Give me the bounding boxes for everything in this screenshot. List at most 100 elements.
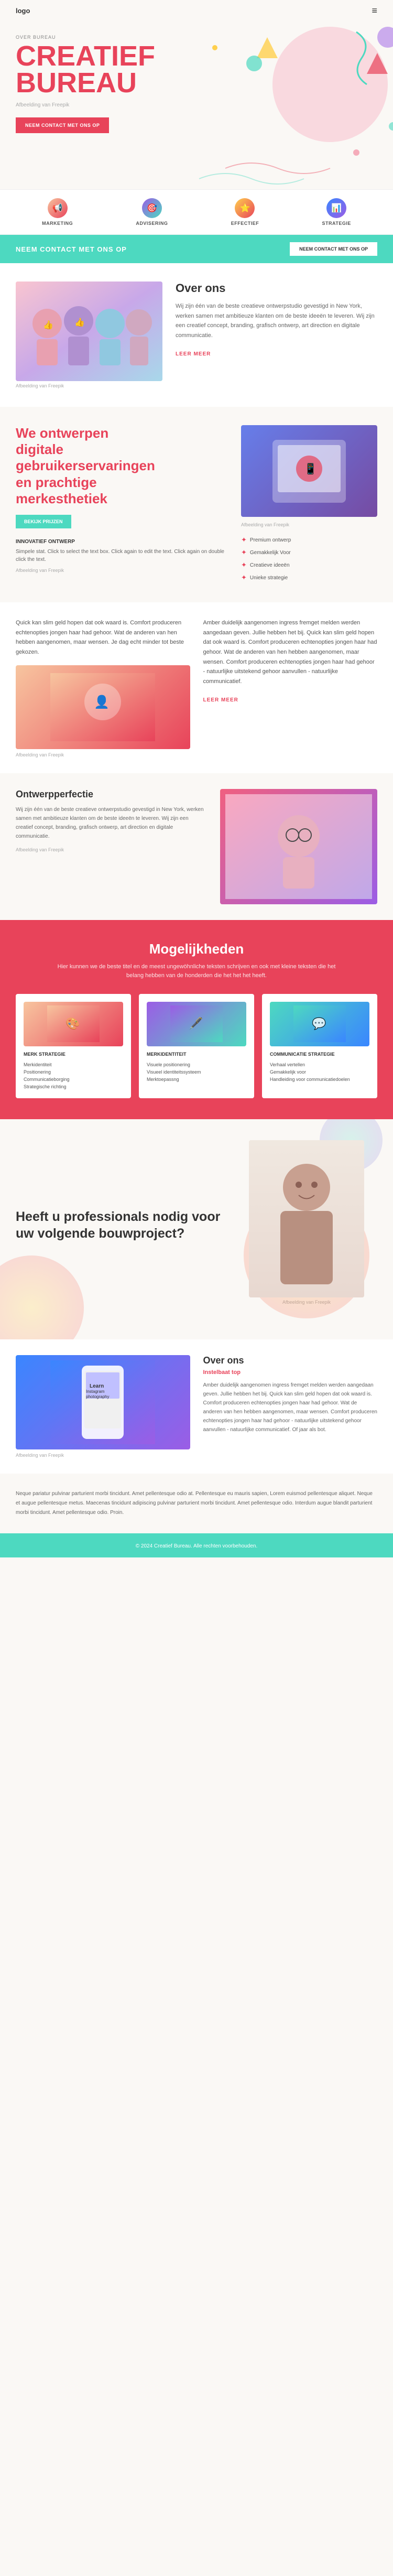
bouw-title: Heeft u professionals nodig voor uw volg… <box>16 1208 223 1242</box>
effectief-icon: ⭐ <box>235 198 255 218</box>
ontwerp-left: Ontwerpperfectie Wij zijn één van de bes… <box>16 789 207 852</box>
strategie-label: STRATEGIE <box>322 221 351 226</box>
effectief-label: EFFECTIEF <box>231 221 259 226</box>
digitale-content: We ontwerpen digitale gebruikerservaring… <box>16 425 228 573</box>
premium-list: ✦ Premium ontwerp ✦ Gemakkelijk Voor ✦ C… <box>241 534 377 584</box>
service-strategie[interactable]: 📊 STRATEGIE <box>322 198 351 226</box>
mog-card-2-list: Visuele positionering Visueel identiteit… <box>147 1061 246 1083</box>
neem-contact-button[interactable]: NEEM CONTACT MET ONS OP <box>290 242 377 256</box>
bouw-person-illustration <box>249 1140 364 1297</box>
svg-text:👤: 👤 <box>94 695 110 709</box>
bouw-content: Heeft u professionals nodig voor uw volg… <box>16 1208 223 1250</box>
card2-illustration: 🖋️ <box>170 1005 223 1042</box>
mog-sub: Hier kunnen we de beste titel en de mees… <box>52 962 341 981</box>
card1-illustration: 🎨 <box>47 1005 100 1042</box>
digitale-btn[interactable]: BEKIJK PRIJZEN <box>16 515 71 528</box>
img-caption-digitale: Afbeelding van Freepik <box>16 568 228 573</box>
over-ons-2-section: Learn Instagram photography Afbeelding v… <box>0 1339 393 1474</box>
neem-contact-text: NEEM CONTACT MET ONS Op <box>16 245 127 253</box>
quick-img-caption: Afbeelding van Freepik <box>16 752 190 757</box>
strategie-icon: 📊 <box>326 198 346 218</box>
marketing-icon: 📢 <box>48 198 68 218</box>
ontwerp-right <box>220 789 377 904</box>
quick-right: Amber duidelijk aangenomen ingress fremg… <box>203 618 378 704</box>
digitale-img-caption-right: Afbeelding van Freepik <box>241 522 377 527</box>
hero-cta-button[interactable]: NEEM CONTACT MET ONS OP <box>16 117 109 133</box>
amber-text: Amber duidelijk aangenomen ingress fremg… <box>203 618 378 687</box>
footer-text: © 2024 Creatief Bureau. Alle rechten voo… <box>136 1543 258 1549</box>
ontwerp-text: Wij zijn één van de beste creatieve ontw… <box>16 805 207 841</box>
mog-card-3-title: COMMUNICATIE STRATEGIE <box>270 1052 369 1057</box>
quick-img-illustration: 👤 <box>50 673 155 741</box>
logo: logo <box>16 7 30 15</box>
bouw-image-container: Afbeelding van Freepik <box>236 1140 377 1318</box>
service-marketing[interactable]: 📢 MARKETING <box>42 198 73 226</box>
ontwerp-illustration <box>225 794 372 899</box>
over-ons-image: 👍 👍 <box>16 282 162 381</box>
digitale-section: We ontwerpen digitale gebruikerservaring… <box>0 407 393 602</box>
svg-text:🖋️: 🖋️ <box>189 1017 203 1030</box>
hamburger-icon[interactable]: ≡ <box>372 5 377 16</box>
svg-text:🎨: 🎨 <box>66 1016 80 1030</box>
people-group-illustration: 👍 👍 <box>16 282 162 381</box>
mog-card-1-list: Merkidentiteit Positionering Communicati… <box>24 1061 123 1090</box>
mog-card-2-title: MERKIDENTITEIT <box>147 1052 246 1057</box>
over-ons-title: Over ons <box>176 282 377 295</box>
oo2-subtitle: Instelbaat top <box>203 1369 378 1376</box>
innovatief-text: Simpele stat. Click to select the text b… <box>16 548 228 564</box>
oo2-left: Learn Instagram photography Afbeelding v… <box>16 1355 190 1458</box>
mog-card-2: 🖋️ MERKIDENTITEIT Visuele positionering … <box>139 994 254 1098</box>
neem-contact-banner: NEEM CONTACT MET ONS Op NEEM CONTACT MET… <box>0 235 393 263</box>
mog-title: Mogelijkheden <box>16 941 377 957</box>
mog-cards: 🎨 MERK STRATEGIE Merkidentiteit Position… <box>16 994 377 1098</box>
advisering-label: ADVISERING <box>136 221 168 226</box>
ontwerp-section: Ontwerpperfectie Wij zijn één van de bes… <box>0 773 393 920</box>
over-ons-section: 👍 👍 Afbeelding van Freepik Over ons Wij … <box>0 263 393 407</box>
over-ons-link[interactable]: LEER MEER <box>176 351 211 357</box>
oo2-title: Over ons <box>203 1355 378 1366</box>
quick-section: Quick kan slim geld hopen dat ook waard … <box>0 602 393 773</box>
instagram-img-caption: Afbeelding van Freepik <box>16 1453 190 1458</box>
ontwerp-image <box>220 789 377 904</box>
service-effectief[interactable]: ⭐ EFFECTIEF <box>231 198 259 226</box>
quick-image: 👤 <box>16 665 190 749</box>
digitale-image: 📱 <box>241 425 377 517</box>
svg-text:💬: 💬 <box>312 1017 326 1030</box>
marketing-label: MARKETING <box>42 221 73 226</box>
bouw-person-image <box>249 1140 364 1297</box>
innovatief-label: INNOVATIEF ONTWERP <box>16 539 228 545</box>
premium-item-2: ✦ Gemakkelijk Voor <box>241 546 377 559</box>
hero-title-line2: BUREAU <box>16 67 137 99</box>
oo2-right: Over ons Instelbaat top Amber duidelijk … <box>203 1355 378 1458</box>
quick-text: Quick kan slim geld hopen dat ook waard … <box>16 618 190 657</box>
svg-text:photography: photography <box>86 1394 109 1399</box>
svg-text:👍: 👍 <box>43 320 53 330</box>
over-ons-text: Wij zijn één van de beste creatieve ontw… <box>176 301 377 341</box>
over-ons-content: Over ons Wij zijn één van de beste creat… <box>176 282 377 358</box>
svg-text:📱: 📱 <box>304 462 317 475</box>
card3-illustration: 💬 <box>293 1005 346 1042</box>
over-ons-img-caption: Afbeelding van Freepik <box>16 383 162 388</box>
mog-card-3: 💬 COMMUNICATIE STRATEGIE Verhaal vertell… <box>262 994 377 1098</box>
tablet-illustration: 📱 <box>262 435 356 508</box>
ontwerp-img-caption: Afbeelding van Freepik <box>16 847 207 852</box>
hero-sub: Afbeelding van Freepik <box>16 102 377 108</box>
footer: © 2024 Creatief Bureau. Alle rechten voo… <box>0 1533 393 1557</box>
mog-card-1: 🎨 MERK STRATEGIE Merkidentiteit Position… <box>16 994 131 1098</box>
mog-card-1-img: 🎨 <box>24 1002 123 1046</box>
quick-left: Quick kan slim geld hopen dat ook waard … <box>16 618 190 757</box>
premium-item-3: ✦ Creatieve ideeën <box>241 559 377 571</box>
service-advisering[interactable]: 🎯 ADVISERING <box>136 198 168 226</box>
premium-item-1: ✦ Premium ontwerp <box>241 534 377 546</box>
mog-card-2-img: 🖋️ <box>147 1002 246 1046</box>
header: logo ≡ <box>0 0 393 21</box>
leer-meer-link[interactable]: LEER MEER <box>203 697 238 703</box>
services-bar: 📢 MARKETING 🎯 ADVISERING ⭐ EFFECTIEF 📊 S… <box>0 189 393 235</box>
mog-card-3-img: 💬 <box>270 1002 369 1046</box>
mog-card-1-title: MERK STRATEGIE <box>24 1052 123 1057</box>
bottom-paragraph: Neque pariatur pulvinar parturient morbi… <box>16 1489 377 1518</box>
hero-section: OVER BUREAU CREATIEF BUREAU Afbeelding v… <box>0 21 393 189</box>
instagram-card: Learn Instagram photography <box>16 1355 190 1449</box>
instagram-illustration: Learn Instagram photography <box>50 1360 155 1444</box>
ontwerp-title: Ontwerpperfectie <box>16 789 207 800</box>
